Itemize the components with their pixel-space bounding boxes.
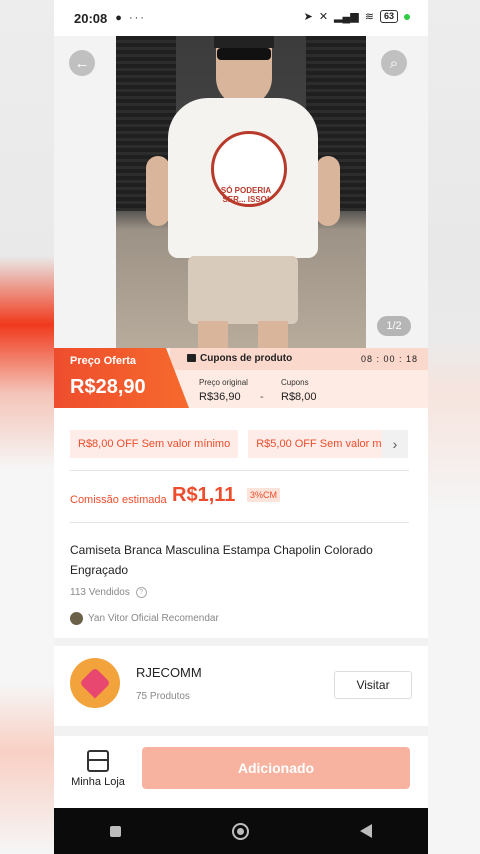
voucher-chip[interactable]: R$5,00 OFF Sem valor mín <box>248 430 399 458</box>
notification-icons: ● ··· <box>115 12 146 24</box>
added-button[interactable]: Adicionado <box>142 747 410 789</box>
my-store-button[interactable]: Minha Loja <box>70 750 126 788</box>
commission-label: Comissão estimada <box>70 494 167 506</box>
model-shorts <box>188 256 298 324</box>
blurred-backdrop-left <box>0 0 54 854</box>
recent-apps-icon[interactable] <box>109 825 121 837</box>
commission-badge: 3%CM <box>247 488 281 502</box>
status-dot <box>404 13 410 20</box>
product-title: Camiseta Branca Masculina Estampa Chapol… <box>70 543 373 577</box>
system-navigation-bar <box>54 808 428 854</box>
model-hair <box>214 36 274 48</box>
product-photo: SÓ PODERIA SER... ISSO! <box>116 36 366 348</box>
status-indicators: ➤ ✕ ▂▄▆ ≋ 63 <box>304 10 410 23</box>
store-card: RJECOMM 75 Produtos Visitar <box>54 646 428 726</box>
model-sunglasses <box>217 48 271 60</box>
image-counter: 1/2 <box>377 316 411 336</box>
home-icon[interactable] <box>231 822 249 840</box>
model-arm-left <box>146 156 170 226</box>
search-icon[interactable]: ⌕ <box>381 50 407 76</box>
commission-value: R$1,11 <box>172 484 236 506</box>
countdown-timer: 08 : 00 : 18 <box>360 354 418 364</box>
location-icon: ➤ <box>303 11 313 23</box>
signal-icon: ▂▄▆ <box>334 11 359 23</box>
wifi-icon: ≋ <box>364 11 374 23</box>
store-icon <box>87 750 109 772</box>
blurred-backdrop-right <box>428 0 480 854</box>
recommender-text: Yan Vitor Oficial Recomendar <box>88 613 219 624</box>
voucher-list: R$8,00 OFF Sem valor mínimo R$5,00 OFF S… <box>70 430 410 458</box>
recommender: Yan Vitor Oficial Recomendar <box>70 612 219 625</box>
sold-count: 113 Vendidos ? <box>70 587 147 598</box>
app-screen: 20:08 ● ··· ➤ ✕ ▂▄▆ ≋ 63 SÓ PODERIA SER.… <box>54 0 428 854</box>
offer-price-panel: Preço Oferta R$28,90 <box>54 348 189 408</box>
coupon-icon <box>187 354 196 362</box>
coupon-header: Cupons de produto 08 : 00 : 18 <box>170 348 428 370</box>
store-logo <box>70 658 120 708</box>
mute-icon: ✕ <box>318 11 329 23</box>
my-store-label: Minha Loja <box>71 776 125 788</box>
battery-icon: 63 <box>379 10 398 23</box>
visit-store-button[interactable]: Visitar <box>334 671 412 699</box>
back-icon[interactable] <box>360 824 373 838</box>
minus-sign: - <box>260 391 264 403</box>
original-price-label: Preço original <box>199 378 248 387</box>
section-separator <box>54 638 428 646</box>
bottom-action-bar: Minha Loja Adicionado <box>54 736 428 808</box>
avatar <box>70 612 83 625</box>
status-time: 20:08 <box>74 10 108 26</box>
status-bar: 20:08 ● ··· ➤ ✕ ▂▄▆ ≋ 63 <box>54 0 428 36</box>
model-arm-right <box>316 156 340 226</box>
tshirt-print-text: SÓ PODERIA SER... ISSO! <box>220 186 272 204</box>
divider <box>70 522 409 523</box>
store-product-count: 75 Produtos <box>136 691 190 702</box>
product-image-carousel[interactable]: SÓ PODERIA SER... ISSO! ← ⌕ 1/2 <box>54 36 428 348</box>
price-section: Cupons de produto 08 : 00 : 18 Preço Ofe… <box>54 348 428 408</box>
sold-count-text: 113 Vendidos <box>70 587 130 599</box>
coupon-value: R$8,00 <box>281 391 317 403</box>
coupon-title: Cupons de produto <box>200 353 293 364</box>
voucher-chip[interactable]: R$8,00 OFF Sem valor mínimo <box>70 430 239 458</box>
back-arrow-icon[interactable]: ← <box>69 50 95 76</box>
offer-price: R$28,90 <box>70 376 146 398</box>
divider <box>70 470 409 471</box>
chevron-right-icon[interactable]: › <box>382 430 408 458</box>
offer-label: Preço Oferta <box>70 355 137 367</box>
coupon-label: Cupons <box>281 378 309 387</box>
store-name: RJECOMM <box>136 665 202 680</box>
section-separator <box>54 726 428 736</box>
model-leg-right <box>258 321 288 348</box>
help-icon[interactable]: ? <box>135 587 147 598</box>
model-leg-left <box>198 321 228 348</box>
original-price-value: R$36,90 <box>199 391 241 403</box>
heart-icon <box>79 667 111 699</box>
